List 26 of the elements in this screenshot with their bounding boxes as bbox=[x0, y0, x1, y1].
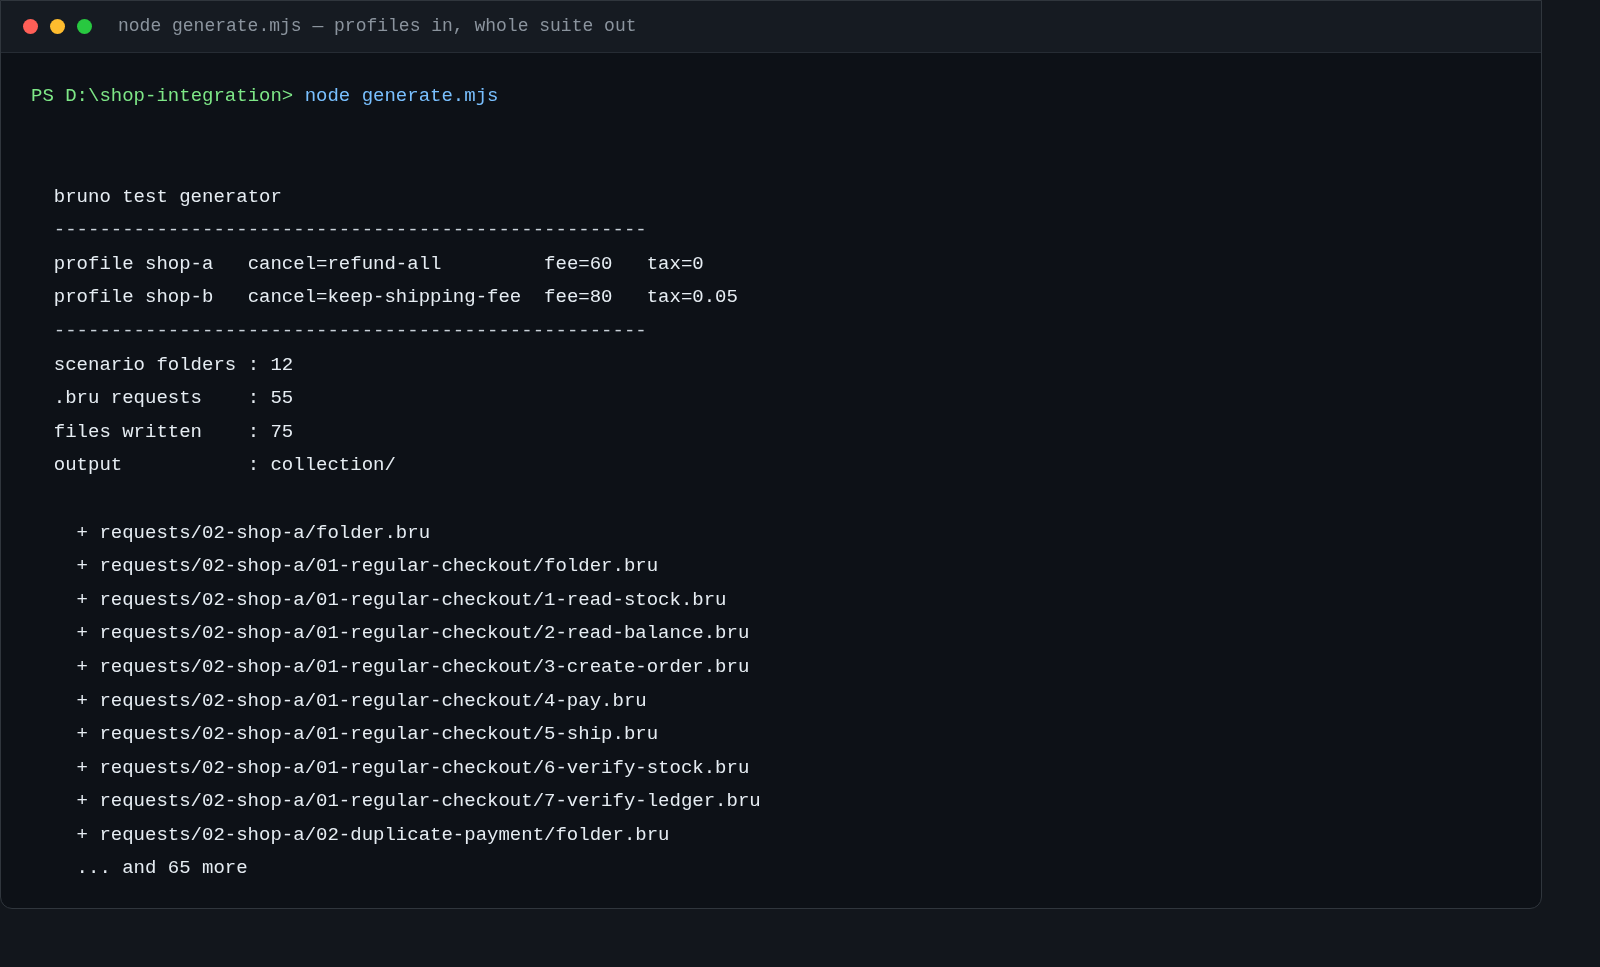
output-line: profile shop-b cancel=keep-shipping-fee fee=80 tax=0.05 bbox=[53, 285, 738, 311]
file-line: + requests/02-shop-a/01-regular-checkout/6-verify-stock.bru bbox=[76, 755, 750, 781]
dashed-rule: ---------------------------------------------------- bbox=[53, 318, 647, 344]
file-line: + requests/02-shop-a/01-regular-checkout/4-pay.bru bbox=[76, 688, 647, 714]
command-text: node generate.mjs bbox=[304, 84, 499, 109]
minimize-button[interactable] bbox=[50, 19, 65, 34]
file-line: + requests/02-shop-a/01-regular-checkout/folder.bru bbox=[76, 554, 659, 580]
close-button[interactable] bbox=[23, 19, 38, 34]
file-line: + requests/02-shop-a/01-regular-checkout/7-verify-ledger.bru bbox=[76, 789, 761, 815]
file-line: + requests/02-shop-a/folder.bru bbox=[76, 520, 431, 546]
output-line: profile shop-a cancel=refund-all fee=60 tax=0 bbox=[53, 251, 704, 277]
file-line: + requests/02-shop-a/01-regular-checkout/3-create-order.bru bbox=[76, 654, 750, 680]
file-line: + requests/02-shop-a/01-regular-checkout/5-ship.bru bbox=[76, 722, 659, 748]
file-line: + requests/02-shop-a/01-regular-checkout/2-read-balance.bru bbox=[76, 621, 750, 647]
output-line: .bru requests : 55 bbox=[53, 386, 294, 412]
output-line: files written : 75 bbox=[53, 419, 294, 445]
prompt-path: PS D:\shop-integration> bbox=[31, 84, 294, 109]
file-line: + requests/02-shop-a/02-duplicate-payment/folder.bru bbox=[76, 822, 670, 848]
output-line: scenario folders : 12 bbox=[53, 352, 294, 378]
maximize-button[interactable] bbox=[77, 19, 92, 34]
window-title: node generate.mjs — profiles in, whole suite out bbox=[118, 15, 637, 38]
more-line: ... and 65 more bbox=[76, 856, 248, 882]
output-line: output : collection/ bbox=[53, 453, 396, 479]
file-line: + requests/02-shop-a/01-regular-checkout/1-read-stock.bru bbox=[76, 587, 727, 613]
output-heading: bruno test generator bbox=[53, 184, 282, 210]
dashed-rule: ---------------------------------------------------- bbox=[53, 218, 647, 244]
